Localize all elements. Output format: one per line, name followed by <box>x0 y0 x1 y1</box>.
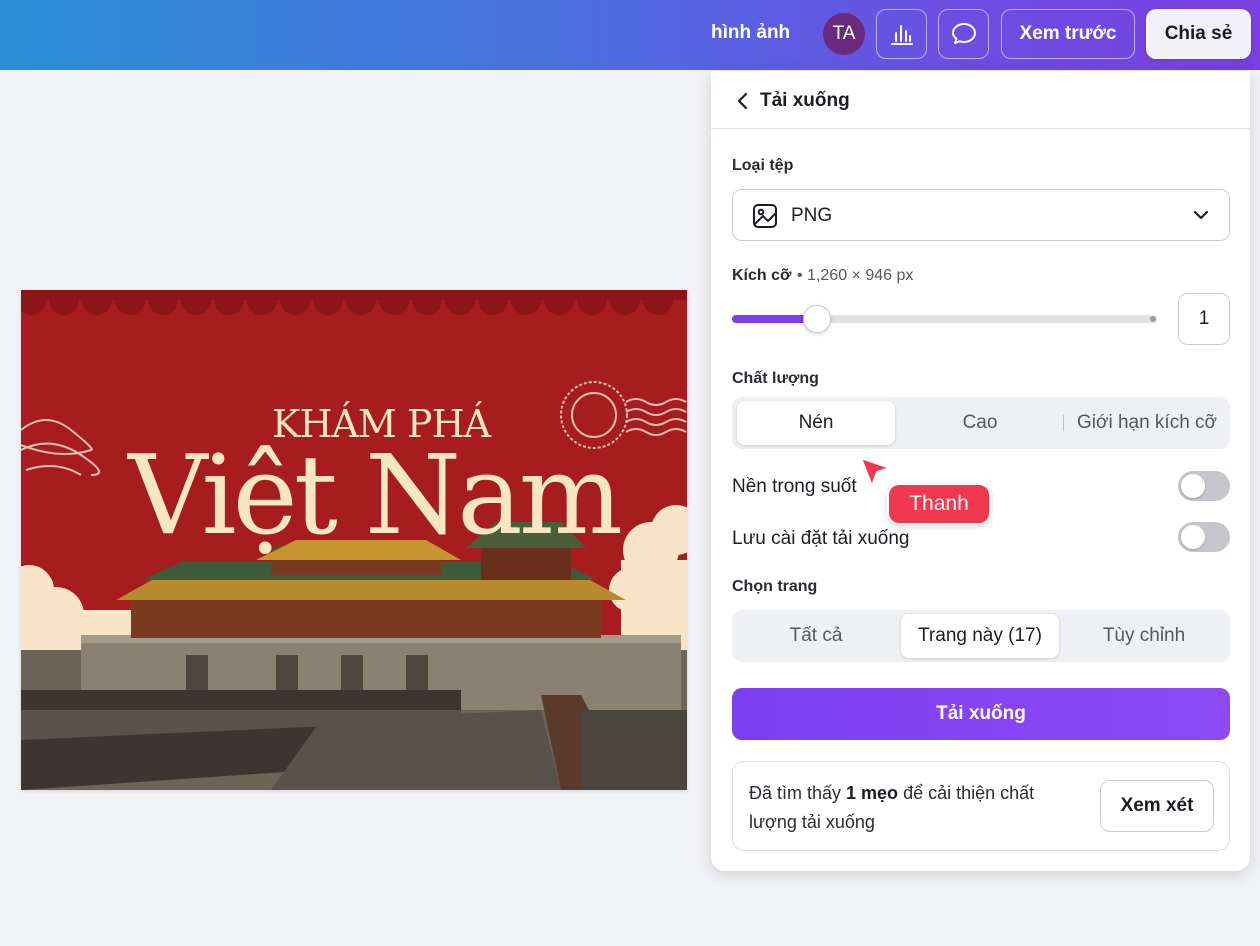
bar-chart-icon <box>890 25 913 45</box>
quality-label: Chất lượng <box>732 370 819 387</box>
segment-divider <box>1063 415 1064 431</box>
tip-text: Đã tìm thấy 1 mẹo để cải thiện chất lượn… <box>749 779 1079 837</box>
slider-end-dot <box>1150 316 1156 322</box>
avatar[interactable]: TA <box>823 13 865 55</box>
panel-title: Tải xuống <box>760 90 850 111</box>
image-icon <box>753 204 777 228</box>
tip-text-prefix: Đã tìm thấy <box>749 783 847 803</box>
download-panel: Tải xuống Loại tệp PNG Kích cỡ • 1,260 ×… <box>711 71 1250 871</box>
toggle-knob <box>1181 525 1205 549</box>
project-title[interactable]: hình ảnh <box>711 22 790 44</box>
chevron-down-icon <box>1193 210 1209 220</box>
transparent-bg-toggle[interactable] <box>1178 471 1230 501</box>
top-toolbar: hình ảnh TA Xem trước Chia sẻ <box>0 0 1260 70</box>
quality-option-compressed[interactable]: Nén <box>737 401 895 445</box>
quality-option-high[interactable]: Cao <box>901 401 1059 445</box>
review-button[interactable]: Xem xét <box>1100 780 1214 832</box>
save-settings-label: Lưu cài đặt tải xuống <box>732 528 910 549</box>
quality-option-size-limit[interactable]: Giới hạn kích cỡ <box>1066 401 1228 445</box>
comment-icon <box>951 23 976 44</box>
collaborator-cursor-icon <box>860 457 891 487</box>
file-type-label: Loại tệp <box>732 157 794 174</box>
size-value: • 1,260 × 946 px <box>797 267 914 284</box>
page-option-all[interactable]: Tất cả <box>737 614 895 658</box>
scale-input[interactable]: 1 <box>1178 293 1230 345</box>
design-title-big: Việt Nam <box>127 431 623 559</box>
design-canvas[interactable]: KHÁM PHÁ Việt Nam <box>21 290 687 790</box>
quality-tip-box: Đã tìm thấy 1 mẹo để cải thiện chất lượn… <box>732 761 1230 851</box>
share-button[interactable]: Chia sẻ <box>1146 9 1251 59</box>
size-slider-track[interactable] <box>732 315 1157 323</box>
file-type-value: PNG <box>791 205 833 226</box>
preview-button[interactable]: Xem trước <box>1001 9 1135 59</box>
panel-header: Tải xuống <box>711 71 1250 129</box>
tip-text-count: 1 mẹo <box>846 783 899 803</box>
save-settings-toggle[interactable] <box>1178 522 1230 552</box>
toggle-knob <box>1181 474 1205 498</box>
file-type-select[interactable]: PNG <box>732 189 1230 241</box>
insights-button[interactable] <box>876 9 927 59</box>
page-option-custom[interactable]: Tùy chỉnh <box>1065 614 1223 658</box>
quality-segmented-control: Nén Cao Giới hạn kích cỡ <box>732 397 1230 449</box>
page-segmented-control: Tất cả Trang này (17) Tùy chỉnh <box>732 610 1230 662</box>
page-select-label: Chọn trang <box>732 578 818 595</box>
chevron-left-icon[interactable] <box>733 89 753 113</box>
page-option-current[interactable]: Trang này (17) <box>901 614 1059 658</box>
download-button[interactable]: Tải xuống <box>732 688 1230 740</box>
transparent-bg-label: Nền trong suốt <box>732 476 857 497</box>
collaborator-name-tag: Thanh <box>887 483 991 525</box>
size-slider-handle[interactable] <box>803 305 831 333</box>
comments-button[interactable] <box>938 9 989 59</box>
size-label: Kích cỡ <box>732 267 792 284</box>
